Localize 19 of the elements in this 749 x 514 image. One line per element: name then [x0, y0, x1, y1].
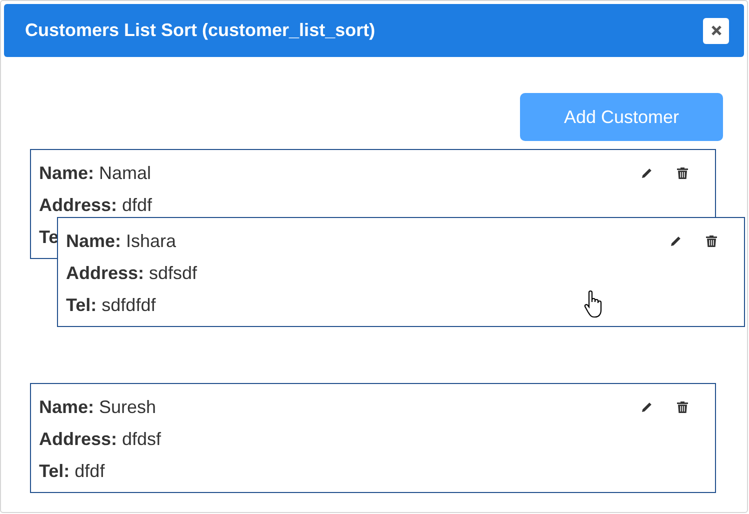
trash-icon[interactable] — [677, 167, 688, 179]
close-button[interactable] — [703, 18, 729, 44]
trash-icon[interactable] — [706, 235, 717, 247]
customer-field: Tel: dfdf — [39, 455, 105, 487]
customer-field: Te — [39, 221, 59, 253]
dialog-title: Customers List Sort (customer_list_sort) — [25, 20, 376, 41]
close-icon — [710, 25, 722, 36]
customer-field: Name: Namal — [39, 157, 152, 189]
customer-field: Name: Suresh — [39, 391, 156, 423]
customer-field: Address: sdfsdf — [66, 257, 198, 289]
pencil-icon[interactable] — [641, 401, 653, 413]
customer-card[interactable]: Name: Suresh Address: dfdsf Tel: dfdf — [30, 383, 716, 493]
pencil-icon[interactable] — [670, 235, 682, 247]
trash-icon[interactable] — [677, 401, 688, 413]
pencil-icon[interactable] — [641, 167, 653, 179]
customer-field: Address: dfdsf — [39, 423, 162, 455]
dragged-card-overlay[interactable]: Name: Ishara Address: sdfsdf Tel: sdfdfdf — [57, 217, 745, 327]
customer-field: Tel: sdfdfdf — [66, 289, 156, 321]
customer-field: Name: Ishara — [66, 225, 176, 257]
